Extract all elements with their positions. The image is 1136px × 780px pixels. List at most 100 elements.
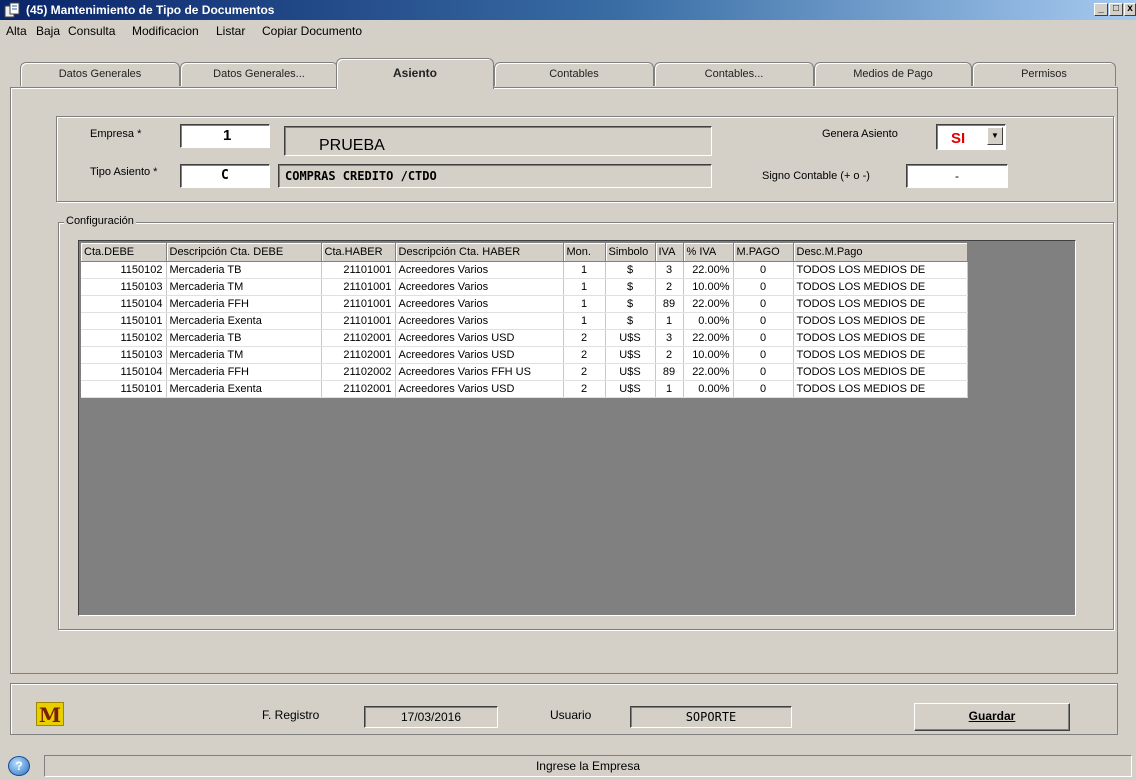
table-cell: 21102001 bbox=[321, 329, 396, 347]
table-cell: $ bbox=[605, 278, 656, 296]
table-cell: 0.00% bbox=[683, 380, 734, 398]
table-cell: 1150102 bbox=[81, 261, 167, 279]
table-row[interactable]: 1150104 Mercaderia FFH 21102002 Acreedores … bbox=[81, 363, 968, 381]
tipo-asiento-label: Tipo Asiento * bbox=[90, 166, 158, 178]
menu-copiar-documento[interactable]: Copiar Documento bbox=[262, 24, 362, 38]
signo-contable-input[interactable]: - bbox=[906, 164, 1008, 188]
genera-asiento-label: Genera Asiento bbox=[822, 128, 898, 140]
f-registro-field: 17/03/2016 bbox=[364, 706, 498, 728]
help-icon[interactable]: ? bbox=[8, 756, 30, 776]
table-row[interactable]: 1150103 Mercaderia TM 21101001 Acreedores V… bbox=[81, 278, 968, 296]
table-cell: 22.00% bbox=[683, 261, 734, 279]
menu-baja[interactable]: Baja bbox=[36, 24, 60, 38]
table-cell: 2 bbox=[655, 346, 684, 364]
table-cell: 0.00% bbox=[683, 312, 734, 330]
tab-datos-generales[interactable]: Datos Generales bbox=[20, 62, 180, 86]
genera-asiento-value: SI bbox=[951, 130, 966, 147]
table-cell: 22.00% bbox=[683, 363, 734, 381]
minimize-button[interactable]: _ bbox=[1094, 3, 1108, 16]
grid-header-cell[interactable]: Mon. bbox=[563, 243, 606, 262]
status-message: Ingrese la Empresa bbox=[44, 755, 1132, 777]
tab-datos-generales-2[interactable]: Datos Generales... bbox=[180, 62, 338, 86]
table-cell: $ bbox=[605, 295, 656, 313]
table-cell: $ bbox=[605, 312, 656, 330]
grid-header-cell[interactable]: M.PAGO bbox=[733, 243, 794, 262]
status-bar: ? Ingrese la Empresa bbox=[0, 752, 1136, 780]
empresa-code-input[interactable]: 1 bbox=[180, 124, 270, 148]
table-cell: $ bbox=[605, 261, 656, 279]
table-cell: 0 bbox=[733, 346, 794, 364]
table-cell: U$S bbox=[605, 363, 656, 381]
table-row[interactable]: 1150102 Mercaderia TB 21101001 Acreedores V… bbox=[81, 261, 968, 279]
grid-header-cell[interactable]: Cta.HABER bbox=[321, 243, 396, 262]
table-cell: Acreedores Varios USD bbox=[395, 329, 564, 347]
close-button[interactable]: x bbox=[1124, 3, 1136, 16]
company-logo: M bbox=[36, 702, 64, 727]
chevron-down-icon[interactable]: ▼ bbox=[987, 127, 1003, 145]
grid-header-cell[interactable]: Desc.M.Pago bbox=[793, 243, 968, 262]
grid-header-cell[interactable]: Cta.DEBE bbox=[81, 243, 167, 262]
grid-header-cell[interactable]: Simbolo bbox=[605, 243, 656, 262]
table-cell: Mercaderia FFH bbox=[166, 363, 322, 381]
usuario-field: SOPORTE bbox=[630, 706, 792, 728]
tipo-asiento-code-input[interactable]: C bbox=[180, 164, 270, 188]
table-cell: Acreedores Varios USD bbox=[395, 380, 564, 398]
table-cell: 22.00% bbox=[683, 295, 734, 313]
table-cell: Acreedores Varios bbox=[395, 312, 564, 330]
guardar-label: Guardar bbox=[968, 709, 1016, 723]
table-cell: 10.00% bbox=[683, 278, 734, 296]
table-cell: 0 bbox=[733, 295, 794, 313]
table-cell: 1150103 bbox=[81, 278, 167, 296]
table-cell: Mercaderia Exenta bbox=[166, 380, 322, 398]
menu-modificacion[interactable]: Modificacion bbox=[132, 24, 199, 38]
tab-contables[interactable]: Contables bbox=[494, 62, 654, 86]
tab-contables-2[interactable]: Contables... bbox=[654, 62, 814, 86]
configuracion-grid[interactable]: Cta.DEBE Descripción Cta. DEBE Cta.HABER De… bbox=[78, 240, 1076, 616]
table-cell: 1150101 bbox=[81, 312, 167, 330]
table-cell: 3 bbox=[655, 329, 684, 347]
table-cell: 2 bbox=[563, 329, 606, 347]
table-cell: 1 bbox=[655, 380, 684, 398]
table-cell: 3 bbox=[655, 261, 684, 279]
table-cell: 0 bbox=[733, 329, 794, 347]
table-cell: 0 bbox=[733, 363, 794, 381]
grid-header-cell[interactable]: IVA bbox=[655, 243, 684, 262]
table-cell: Acreedores Varios FFH US bbox=[395, 363, 564, 381]
maximize-button[interactable]: □ bbox=[1109, 3, 1123, 16]
table-cell: 0 bbox=[733, 261, 794, 279]
table-cell: TODOS LOS MEDIOS DE bbox=[793, 261, 968, 279]
table-cell: 2 bbox=[563, 363, 606, 381]
title-bar: (45) Mantenimiento de Tipo de Documentos… bbox=[0, 0, 1136, 20]
table-cell: TODOS LOS MEDIOS DE bbox=[793, 380, 968, 398]
menu-consulta[interactable]: Consulta bbox=[68, 24, 115, 38]
table-cell: 2 bbox=[563, 346, 606, 364]
table-row[interactable]: 1150104 Mercaderia FFH 21101001 Acreedores … bbox=[81, 295, 968, 313]
grid-header-cell[interactable]: Descripción Cta. HABER bbox=[395, 243, 564, 262]
empresa-label: Empresa * bbox=[90, 128, 142, 140]
table-cell: 21102001 bbox=[321, 346, 396, 364]
tipo-asiento-name-field: COMPRAS CREDITO /CTDO bbox=[278, 164, 712, 188]
table-row[interactable]: 1150101 Mercaderia Exenta 21101001 Acreedor… bbox=[81, 312, 968, 330]
genera-asiento-select[interactable]: SI ▼ bbox=[936, 124, 1006, 150]
table-cell: 89 bbox=[655, 295, 684, 313]
table-row[interactable]: 1150103 Mercaderia TM 21102001 Acreedores V… bbox=[81, 346, 968, 364]
table-cell: 1 bbox=[563, 295, 606, 313]
table-cell: U$S bbox=[605, 329, 656, 347]
table-cell: TODOS LOS MEDIOS DE bbox=[793, 346, 968, 364]
table-row[interactable]: 1150101 Mercaderia Exenta 21102001 Acreedor… bbox=[81, 380, 968, 398]
table-cell: 22.00% bbox=[683, 329, 734, 347]
tab-medios-de-pago[interactable]: Medios de Pago bbox=[814, 62, 972, 86]
table-cell: 1 bbox=[563, 261, 606, 279]
table-row[interactable]: 1150102 Mercaderia TB 21102001 Acreedores V… bbox=[81, 329, 968, 347]
guardar-button[interactable]: Guardar bbox=[914, 703, 1070, 731]
menu-listar[interactable]: Listar bbox=[216, 24, 245, 38]
grid-header-cell[interactable]: Descripción Cta. DEBE bbox=[166, 243, 322, 262]
grid-header-cell[interactable]: % IVA bbox=[683, 243, 734, 262]
table-cell: 10.00% bbox=[683, 346, 734, 364]
menu-alta[interactable]: Alta bbox=[6, 24, 27, 38]
tab-asiento[interactable]: Asiento bbox=[336, 58, 494, 89]
table-cell: Acreedores Varios bbox=[395, 278, 564, 296]
configuracion-title: Configuración bbox=[64, 215, 136, 227]
grid-scroll-area bbox=[1046, 243, 1073, 613]
tab-permisos[interactable]: Permisos bbox=[972, 62, 1116, 86]
